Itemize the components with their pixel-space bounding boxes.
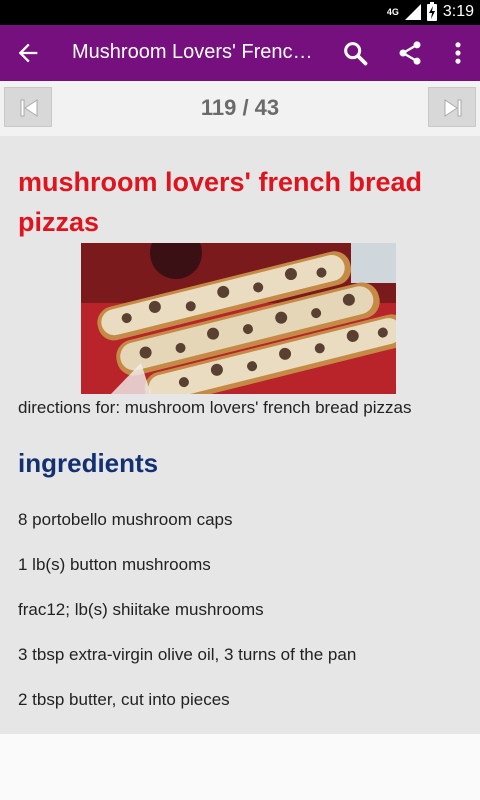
signal-icon [404, 4, 421, 20]
network-type: 4G [386, 6, 399, 17]
ingredients-heading: ingredients [18, 448, 159, 478]
ingredient-item: 3 tbsp extra-virgin olive oil, 3 turns o… [18, 645, 357, 664]
bottom-area [0, 734, 480, 800]
page-counter: 119 / 43 [200, 95, 280, 120]
more-vert-icon[interactable] [444, 39, 472, 67]
share-icon[interactable] [396, 39, 424, 67]
skip-next-icon [444, 99, 462, 117]
recipe-title: mushroom lovers' french bread pizzas [18, 167, 423, 237]
ingredient-item: 1 lb(s) button mushrooms [18, 555, 211, 574]
battery-icon [426, 1, 437, 21]
ingredient-item: 8 portobello mushroom caps [18, 510, 233, 529]
search-icon[interactable] [341, 39, 369, 67]
ingredient-item: 2 tbsp butter, cut into pieces [18, 690, 230, 709]
app-bar-title: Mushroom Lovers' French… [72, 41, 322, 63]
recipe-content: mushroom lovers' french bread pizzas dir… [0, 136, 480, 734]
directions-text: directions for: mushroom lovers' french … [18, 398, 412, 417]
pager: 119 / 43 [0, 81, 480, 136]
clock: 3:19 [442, 3, 474, 20]
ingredient-list: 8 portobello mushroom caps 1 lb(s) butto… [18, 510, 356, 735]
next-page-button[interactable] [428, 87, 476, 127]
back-arrow-icon[interactable] [14, 39, 42, 67]
ingredient-item: frac12; lb(s) shiitake mushrooms [18, 600, 264, 619]
app-bar: Mushroom Lovers' French… [0, 25, 480, 81]
recipe-photo [81, 243, 396, 394]
status-bar: 4G 3:19 [0, 0, 480, 25]
